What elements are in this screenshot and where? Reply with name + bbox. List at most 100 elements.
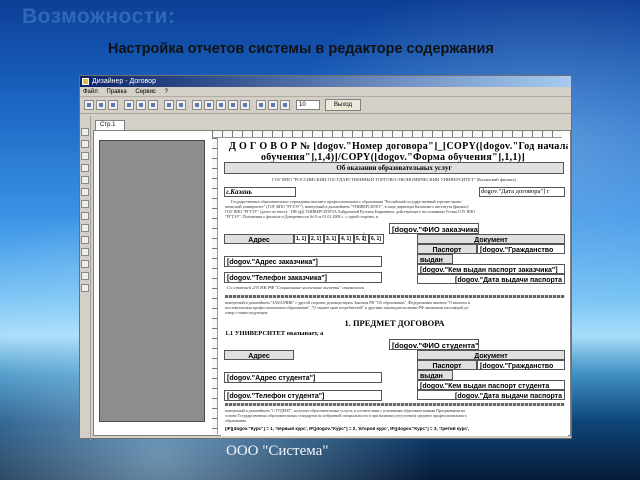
menu-edit[interactable]: Правка — [106, 89, 126, 95]
bold-icon[interactable] — [256, 100, 266, 110]
toolbar: 10 Выход — [80, 97, 571, 114]
bottom-text-line3[interactable]: образования — [225, 419, 565, 423]
preamble-line2[interactable]: мический университет" (ГОУ ВПО "РГТЭУ"),… — [225, 205, 565, 209]
band-tool-icon[interactable] — [81, 248, 89, 256]
memo-tool-icon[interactable] — [81, 260, 89, 268]
save-icon[interactable] — [108, 100, 118, 110]
copy-icon[interactable] — [136, 100, 146, 110]
line-tool-icon[interactable] — [81, 164, 89, 172]
customer-citizenship-field[interactable]: [dogov."Гражданство — [477, 244, 565, 254]
student-address-field[interactable]: [dogov."Адрес студента"] — [224, 372, 382, 383]
separator-line-2 — [225, 403, 565, 406]
paste-icon[interactable] — [148, 100, 158, 110]
field-tool-icon[interactable] — [81, 188, 89, 196]
horizontal-ruler — [212, 131, 562, 138]
address-part-4[interactable]: 4, 1] — [339, 234, 354, 244]
passport-label: Паспорт — [417, 244, 477, 254]
left-toolbox — [80, 116, 91, 440]
color-tool-icon[interactable] — [81, 236, 89, 244]
address-part-1[interactable]: 1, 1] — [294, 234, 309, 244]
mid-text-line1[interactable]: именуемый в дальнейшем "ЗАКАЗЧИК" с друг… — [225, 301, 565, 305]
student-citizenship-field[interactable]: [dogov."Гражданство — [477, 360, 565, 370]
tab-page1[interactable]: Стр.1 — [95, 120, 125, 130]
consent-note[interactable]: Со статьей 233 НК РФ "Социальные налогов… — [227, 286, 364, 291]
document-label: Документ — [417, 234, 565, 244]
section1-title[interactable]: 1. ПРЕДМЕТ ДОГОВОРА — [221, 319, 568, 328]
preamble-line3[interactable]: ГОУ ВПО "РГТЭУ" (далее по тексту - ПИ (ф… — [225, 210, 565, 214]
contract-date-field[interactable]: dogov."Дата договора"] г — [479, 187, 565, 197]
subject-title[interactable]: Об оказании образовательных услуг — [224, 162, 564, 174]
text-tool-icon[interactable] — [81, 140, 89, 148]
chart-tool-icon[interactable] — [81, 272, 89, 280]
design-canvas[interactable]: Д О Г О В О Р № [dogov."Номер договора"]… — [93, 130, 571, 436]
align-center-icon[interactable] — [228, 100, 238, 110]
menu-help[interactable]: ? — [165, 89, 168, 95]
workspace-gray-area — [99, 140, 205, 422]
clause-1-1[interactable]: 1.1 УНИВЕРСИТЕТ оказывает, а — [225, 331, 323, 338]
student-passport-label: Паспорт — [417, 360, 477, 370]
course-formula[interactable]: [IF([dogov."Курс"] = 1, 'первый курс', I… — [225, 427, 565, 432]
rectangle-tool-icon[interactable] — [81, 176, 89, 184]
separator-line — [225, 295, 565, 298]
student-issuer-field[interactable]: [dogov."Кем выдан паспорт студента — [417, 380, 565, 390]
subreport-tool-icon[interactable] — [81, 284, 89, 292]
menu-file[interactable]: Файл — [83, 89, 98, 95]
underline-icon[interactable] — [280, 100, 290, 110]
customer-issuer-field[interactable]: [dogov."Кем выдан паспорт заказчика"] — [417, 264, 565, 274]
bottom-text-line2[interactable]: основе Государственных образовательных с… — [225, 414, 565, 418]
mid-text-line3[interactable]: говор о нижеследующем: — [225, 311, 565, 315]
address-part-6[interactable]: 6, 1] — [369, 234, 384, 244]
mid-text-line2[interactable]: послевузовском профессиональном образова… — [225, 306, 565, 310]
barcode-tool-icon[interactable] — [81, 212, 89, 220]
student-issued-label: выдан — [417, 370, 453, 380]
customer-phone-field[interactable]: [dogov."Телефон заказчика"] — [224, 272, 382, 283]
new-icon[interactable] — [84, 100, 94, 110]
university-name[interactable]: ГОУ ВПО "РОССИЙСКИЙ ГОСУДАРСТВЕННЫЙ ТОРГ… — [225, 178, 563, 183]
address-part-5[interactable]: 5, 1] — [354, 234, 369, 244]
italic-icon[interactable] — [268, 100, 278, 110]
vertical-ruler — [212, 138, 218, 434]
footer-company: ООО "Система" — [226, 443, 329, 459]
window-titlebar: Дизайнер - Договор — [80, 76, 571, 87]
pointer-tool-icon[interactable] — [81, 128, 89, 136]
app-icon — [82, 78, 89, 85]
report-page[interactable]: Д О Г О В О Р № [dogov."Номер договора"]… — [221, 140, 568, 436]
align-right-icon[interactable] — [240, 100, 250, 110]
student-issue-date-field[interactable]: [dogov."Дата выдачи паспорта — [417, 390, 565, 400]
preamble-line1[interactable]: Государственное образовательное учрежден… — [231, 200, 566, 204]
address-part-3[interactable]: 3, 1] — [324, 234, 339, 244]
student-phone-field[interactable]: [dogov."Телефон студента"] — [224, 390, 382, 401]
slide-subtitle: Настройка отчетов системы в редакторе со… — [108, 41, 494, 57]
table-tool-icon[interactable] — [81, 200, 89, 208]
exit-button[interactable]: Выход — [325, 99, 361, 111]
student-fio-field[interactable]: [dogov."ФИО студента"] — [389, 339, 479, 350]
image-tool-icon[interactable] — [81, 152, 89, 160]
customer-issued-label: выдан — [417, 254, 453, 264]
city-field[interactable]: г.Казань — [224, 187, 296, 197]
grid-icon[interactable] — [204, 100, 214, 110]
bottom-text-line1[interactable]: именуемый в дальнейшем "СТУДЕНТ", получа… — [225, 409, 565, 413]
open-icon[interactable] — [96, 100, 106, 110]
shape-tool-icon[interactable] — [81, 224, 89, 232]
customer-fio-field[interactable]: [dogov."ФИО заказчика"] — [389, 223, 479, 234]
address-label: Адрес — [224, 234, 294, 244]
undo-icon[interactable] — [164, 100, 174, 110]
redo-icon[interactable] — [176, 100, 186, 110]
contract-heading-line1[interactable]: Д О Г О В О Р № [dogov."Номер договора"]… — [229, 142, 568, 152]
designer-window: Дизайнер - Договор Файл Правка Сервис ? … — [79, 75, 572, 440]
student-address-label: Адрес — [224, 350, 294, 360]
slide-title: Возможности: — [22, 5, 176, 28]
preamble-line4[interactable]: "РГТЭУ", Положения о филиале и Доверенно… — [225, 215, 565, 219]
customer-issue-date-field[interactable]: [dogov."Дата выдачи паспорта — [417, 274, 565, 284]
address-part-2[interactable]: 2, 1] — [309, 234, 324, 244]
student-document-label: Документ — [417, 350, 565, 360]
align-left-icon[interactable] — [216, 100, 226, 110]
zoom-icon[interactable] — [192, 100, 202, 110]
cut-icon[interactable] — [124, 100, 134, 110]
menu-bar: Файл Правка Сервис ? — [80, 87, 571, 97]
page-tabs: Стр.1 — [93, 120, 571, 130]
window-title: Дизайнер - Договор — [92, 78, 156, 85]
customer-address-field[interactable]: [dogov."Адрес заказчика"] — [224, 256, 382, 267]
menu-service[interactable]: Сервис — [135, 89, 156, 95]
font-size-select[interactable]: 10 — [296, 100, 320, 110]
